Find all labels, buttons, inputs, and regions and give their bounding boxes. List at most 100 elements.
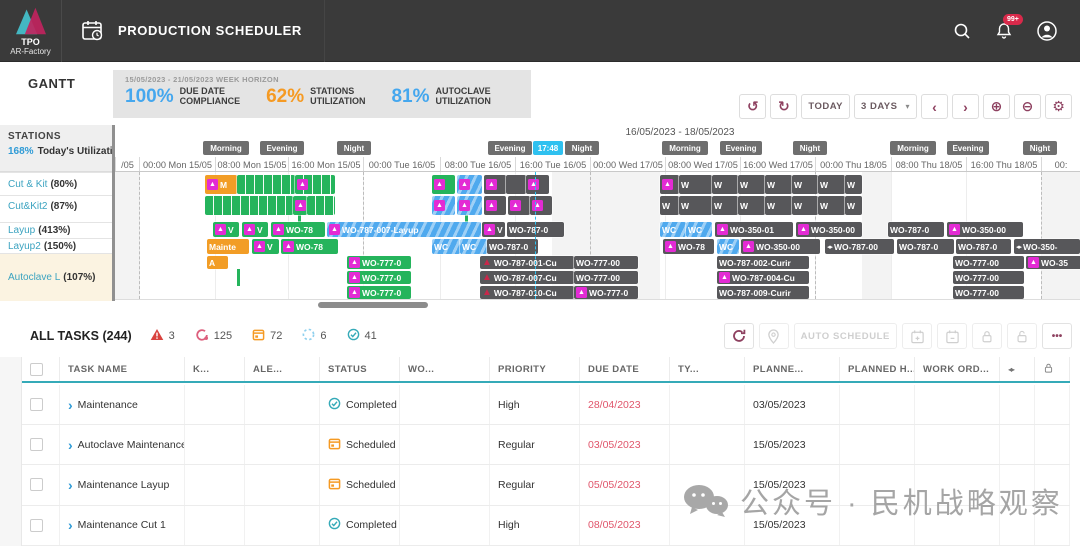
- refresh-tasks-button[interactable]: [723, 323, 754, 349]
- gantt-bar[interactable]: ▲: [295, 175, 335, 194]
- row-checkbox[interactable]: [30, 478, 43, 492]
- gantt-bar[interactable]: [205, 196, 293, 215]
- gantt-bar[interactable]: ▲ WO-787-007-Layup: [327, 222, 481, 237]
- zoom-out-button[interactable]: ⊖: [1014, 94, 1041, 119]
- gantt-bar[interactable]: WC: [686, 222, 712, 237]
- gantt-bar[interactable]: ▲ WO-35: [1026, 256, 1080, 269]
- gantt-bar[interactable]: ▲: [484, 196, 506, 215]
- row-checkbox[interactable]: [30, 518, 43, 532]
- station-row[interactable]: Autoclave L (107%): [0, 253, 112, 301]
- gantt-bar[interactable]: W: [845, 196, 862, 215]
- table-row[interactable]: › Maintenance Layup Scheduled Regular 05/05/…: [22, 465, 1070, 506]
- horizontal-scrollbar-thumb[interactable]: [318, 302, 428, 308]
- counter-alert[interactable]: 3: [150, 328, 175, 344]
- gantt-bar[interactable]: ▲: [432, 175, 455, 194]
- gantt-bar[interactable]: ▲ WO-787-007-Cu: [480, 271, 574, 284]
- gantt-bar[interactable]: WO-787-002-Curir: [717, 256, 809, 269]
- counter-completed[interactable]: 41: [347, 328, 377, 344]
- more-actions-button[interactable]: •••: [1042, 323, 1072, 349]
- unlock-button[interactable]: [1007, 323, 1037, 349]
- gantt-bar[interactable]: A: [207, 256, 228, 269]
- gantt-bar[interactable]: W: [660, 196, 679, 215]
- column-header-ale[interactable]: ALE...: [245, 357, 320, 381]
- expand-row-chevron[interactable]: ›: [68, 518, 73, 532]
- undo-button[interactable]: ↺: [739, 94, 767, 119]
- gantt-bar[interactable]: ▲ WO-78: [281, 239, 338, 254]
- table-row[interactable]: › Maintenance Cut 1 Completed High 08/05/202…: [22, 505, 1070, 546]
- gantt-bar[interactable]: ▲ WO-350-00: [796, 222, 862, 237]
- gantt-bar[interactable]: WC: [432, 239, 460, 254]
- account-icon[interactable]: [1036, 20, 1058, 42]
- expand-row-chevron[interactable]: ›: [68, 438, 73, 452]
- gantt-bar[interactable]: ▲ WO-350-00: [741, 239, 820, 254]
- column-header-wo[interactable]: WO...: [400, 357, 490, 381]
- column-header-planned-h[interactable]: PLANNED H...: [840, 357, 915, 381]
- gantt-bar[interactable]: Mainte: [207, 239, 249, 254]
- range-select[interactable]: 3 DAYS ▾: [854, 94, 917, 119]
- search-icon[interactable]: [952, 21, 972, 41]
- gantt-bar[interactable]: ▲: [660, 175, 679, 194]
- expand-row-chevron[interactable]: ›: [68, 398, 73, 412]
- gantt-bar[interactable]: ▲: [484, 175, 506, 194]
- gantt-bar[interactable]: ▲ WO-350-01: [715, 222, 793, 237]
- auto-schedule-button[interactable]: AUTO SCHEDULE: [793, 323, 897, 349]
- gantt-bar[interactable]: ▲ WO-787-004-Cu: [717, 271, 809, 284]
- station-row[interactable]: Cut & Kit (80%): [0, 172, 112, 195]
- gantt-bar[interactable]: ▲ WO-350-00: [947, 222, 1023, 237]
- gantt-bar[interactable]: ▲ WO-777-0: [347, 286, 411, 299]
- gantt-bar[interactable]: WO-777-00: [574, 271, 638, 284]
- table-row[interactable]: › Maintenance Completed High 28/04/2023 03/05…: [22, 385, 1070, 426]
- gantt-bar[interactable]: W: [738, 175, 765, 194]
- column-header[interactable]: ◂▸: [1000, 357, 1035, 381]
- gantt-bar[interactable]: ▲ M: [205, 175, 237, 194]
- gantt-bar[interactable]: ▲: [457, 196, 482, 215]
- column-header-planne[interactable]: PLANNE...: [745, 357, 840, 381]
- gantt-bar[interactable]: W: [792, 175, 818, 194]
- gantt-settings-gear-button[interactable]: ⚙: [1045, 94, 1072, 119]
- gantt-bar[interactable]: WO-787-0: [888, 222, 944, 237]
- gantt-bar[interactable]: W: [712, 196, 738, 215]
- column-header-status[interactable]: STATUS: [320, 357, 400, 381]
- prev-period-button[interactable]: ‹: [921, 94, 948, 119]
- row-checkbox[interactable]: [30, 438, 43, 452]
- gantt-bar[interactable]: ▲ WO-777-0: [347, 271, 411, 284]
- station-name[interactable]: Autoclave L: [8, 272, 60, 283]
- counter-in-progress[interactable]: 6: [302, 328, 327, 344]
- counter-rescheduled[interactable]: 125: [195, 328, 232, 345]
- gantt-bar[interactable]: [237, 175, 295, 194]
- calendar-remove-button[interactable]: [937, 323, 967, 349]
- gantt-bar[interactable]: W: [818, 175, 845, 194]
- zoom-in-button[interactable]: ⊕: [983, 94, 1010, 119]
- gantt-bar[interactable]: ▲: [432, 196, 455, 215]
- gantt-bar[interactable]: WO-777-00: [574, 256, 638, 269]
- gantt-bar[interactable]: ▲ WO-777-0: [574, 286, 638, 299]
- gantt-bar[interactable]: WO-777-00: [953, 271, 1024, 284]
- redo-button[interactable]: ↻: [770, 94, 798, 119]
- gantt-bar[interactable]: ▲ V: [482, 222, 505, 237]
- station-name[interactable]: Cut & Kit: [8, 179, 47, 190]
- today-button[interactable]: TODAY: [801, 94, 851, 119]
- gantt-bar[interactable]: W: [765, 175, 792, 194]
- station-row[interactable]: Cut&Kit2 (87%): [0, 195, 112, 217]
- gantt-bar[interactable]: W: [679, 196, 712, 215]
- column-header[interactable]: [1035, 357, 1070, 381]
- gantt-bar[interactable]: WO-777-00: [953, 286, 1024, 299]
- gantt-bar[interactable]: [506, 175, 526, 194]
- row-checkbox[interactable]: [30, 398, 43, 412]
- app-logo[interactable]: TPO AR-Factory: [0, 0, 62, 62]
- counter-scheduled[interactable]: 72: [252, 328, 282, 344]
- gantt-bar[interactable]: WO-787-0: [487, 239, 538, 254]
- gantt-bar[interactable]: WC: [717, 239, 739, 254]
- calendar-add-button[interactable]: [902, 323, 932, 349]
- gantt-chart-body[interactable]: ▲ M ▲ ▲ ▲ ▲ ▲ ▲ W W W W W W W ▲ ▲ ▲ ▲ ▲ ▲ W W W W W W W W ▲ V ▲ V ▲ WO-78 ▲…: [115, 172, 1080, 300]
- station-name[interactable]: Layup2: [8, 241, 41, 252]
- gantt-bar[interactable]: W: [679, 175, 712, 194]
- gantt-bar[interactable]: WO-787-0: [897, 239, 954, 254]
- gantt-bar[interactable]: WO-787-009-Curir: [717, 286, 809, 299]
- next-period-button[interactable]: ›: [952, 94, 979, 119]
- notifications-bell-icon[interactable]: 99+: [994, 13, 1023, 41]
- column-header-due-date[interactable]: DUE DATE: [580, 357, 670, 381]
- gantt-bar[interactable]: ▲ WO-78: [663, 239, 714, 254]
- select-all-checkbox[interactable]: [30, 362, 43, 376]
- gantt-bar[interactable]: W: [845, 175, 862, 194]
